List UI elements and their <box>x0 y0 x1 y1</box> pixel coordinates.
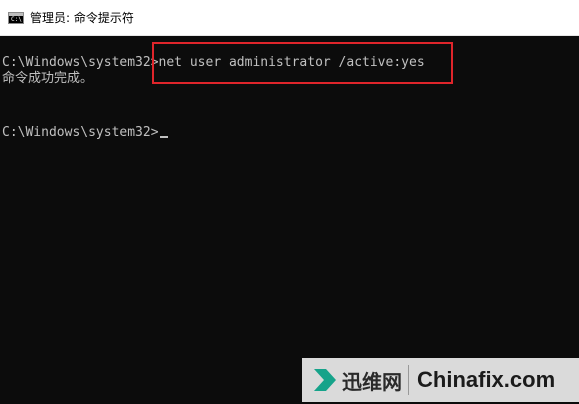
watermark-cn: 迅维网 <box>342 369 402 394</box>
watermark: 迅维网 Chinafix.com <box>302 358 579 402</box>
window-titlebar[interactable]: C:\ 管理员: 命令提示符 <box>0 0 579 36</box>
console-line: 命令成功完成。 <box>2 71 94 86</box>
window-title: 管理员: 命令提示符 <box>30 11 134 25</box>
console-prompt: C:\Windows\system32> <box>2 125 159 140</box>
watermark-en: Chinafix.com <box>417 367 556 392</box>
console-prompt-line[interactable]: C:\Windows\system32> <box>2 125 168 141</box>
text-cursor <box>159 136 168 138</box>
console-output[interactable] <box>0 36 579 404</box>
cmd-icon: C:\ <box>8 11 24 24</box>
highlight-box <box>152 42 453 84</box>
watermark-divider <box>408 365 409 395</box>
arrow-logo-icon <box>314 369 336 391</box>
